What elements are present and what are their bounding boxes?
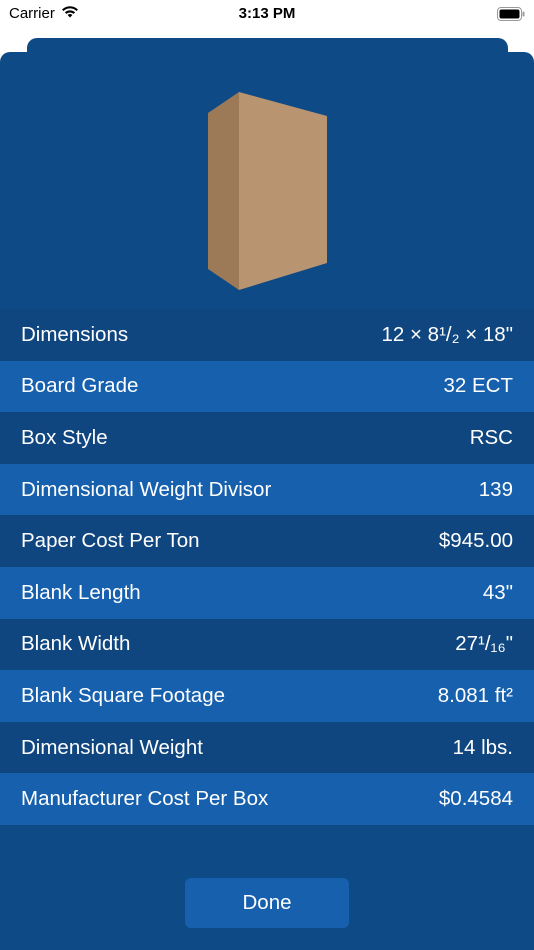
- row-value: 8.081 ft²: [437, 683, 513, 707]
- row-paper-cost-per-ton: Paper Cost Per Ton $945.00: [0, 515, 534, 567]
- row-blank-length: Blank Length 43": [0, 566, 534, 619]
- row-value: 14 lbs.: [452, 735, 513, 759]
- row-label: Box Style: [21, 425, 108, 449]
- done-button[interactable]: Done: [185, 878, 349, 928]
- row-value: 32 ECT: [443, 374, 514, 398]
- status-time: 3:13 PM: [238, 5, 296, 22]
- row-value: $945.00: [438, 529, 513, 553]
- row-label: Blank Width: [21, 632, 131, 656]
- row-value: 27¹/₁₆": [455, 632, 513, 656]
- row-label: Board Grade: [21, 374, 139, 398]
- row-blank-width: Blank Width 27¹/₁₆": [0, 618, 534, 671]
- row-value: 43": [482, 580, 513, 604]
- row-label: Dimensional Weight: [21, 735, 203, 759]
- status-bar: Carrier 3:13 PM: [0, 0, 534, 30]
- row-blank-square-footage: Blank Square Footage 8.081 ft²: [0, 670, 534, 722]
- row-board-grade: Board Grade 32 ECT: [0, 360, 534, 413]
- row-dimensions: Dimensions 12 × 8¹/₂ × 18": [0, 309, 534, 361]
- row-dimensional-weight: Dimensional Weight 14 lbs.: [0, 721, 534, 774]
- row-value: 139: [478, 477, 513, 501]
- row-label: Dimensions: [21, 322, 129, 346]
- row-label: Blank Length: [21, 580, 141, 604]
- box-3d-illustration: [206, 92, 330, 299]
- row-label: Dimensional Weight Divisor: [21, 477, 272, 501]
- row-manufacturer-cost-per-box: Manufacturer Cost Per Box $0.4584: [0, 773, 534, 825]
- row-value: 12 × 8¹/₂ × 18": [381, 322, 514, 346]
- row-label: Blank Square Footage: [21, 683, 225, 707]
- row-box-style: Box Style RSC: [0, 412, 534, 464]
- row-value: $0.4584: [438, 787, 513, 811]
- battery-icon: [497, 7, 525, 26]
- row-label: Manufacturer Cost Per Box: [21, 787, 269, 811]
- row-value: RSC: [469, 425, 513, 449]
- row-label: Paper Cost Per Ton: [21, 529, 200, 553]
- details-list: Dimensions 12 × 8¹/₂ × 18" Board Grade 3…: [0, 309, 534, 825]
- box-details-sheet: Dimensions 12 × 8¹/₂ × 18" Board Grade 3…: [0, 52, 534, 950]
- row-dimensional-weight-divisor: Dimensional Weight Divisor 139: [0, 463, 534, 516]
